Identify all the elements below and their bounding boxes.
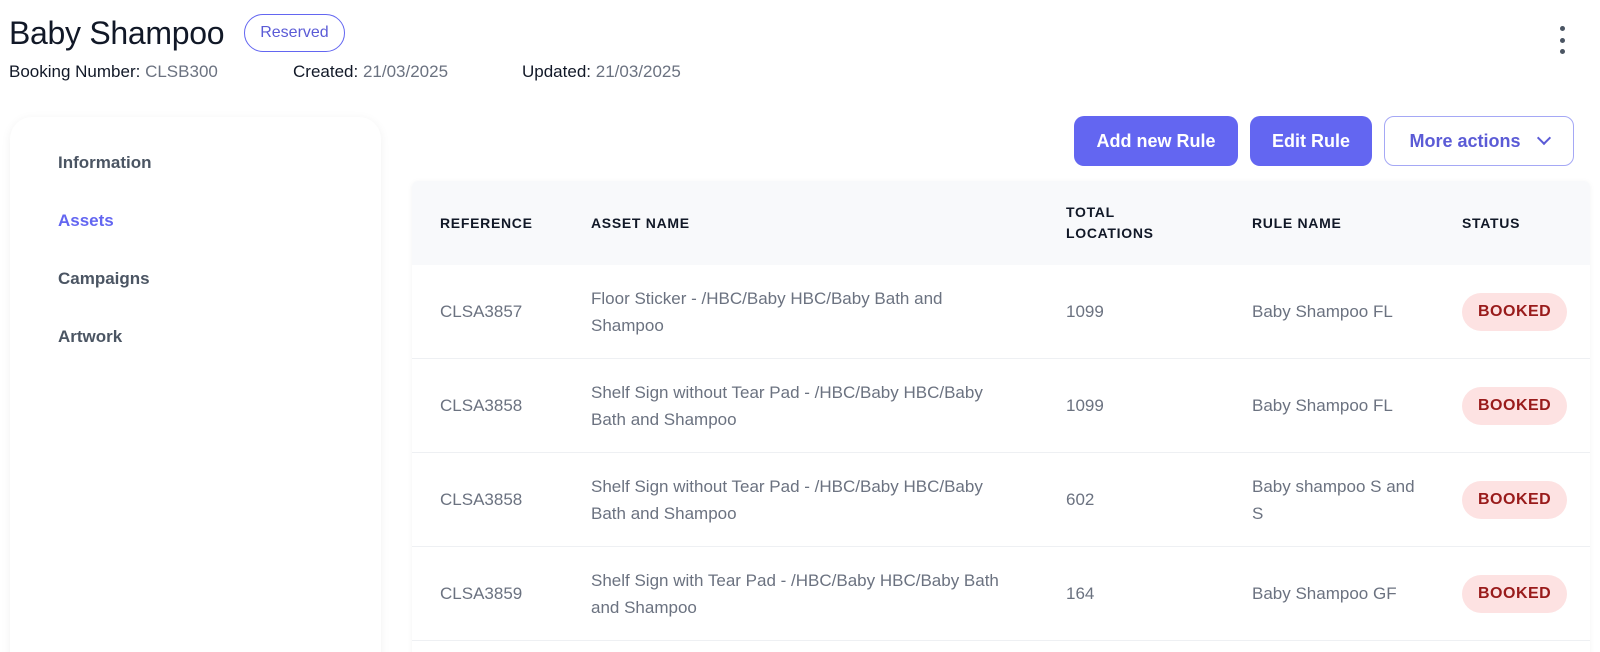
toolbar-actions: Add new Rule Edit Rule More actions	[1074, 116, 1574, 166]
created-value: 21/03/2025	[362, 62, 449, 81]
status-badge: BOOKED	[1462, 574, 1568, 613]
table-row[interactable]: CLSA3858 Shelf Sign without Tear Pad - /…	[412, 453, 1590, 547]
add-new-rule-button[interactable]: Add new Rule	[1074, 116, 1238, 166]
updated-date: Updated: 21/03/2025	[522, 62, 681, 82]
cell-rule-name: Baby Shampoo FL	[1252, 396, 1393, 415]
booking-number: Booking Number: CLSB300	[9, 62, 293, 82]
cell-rule-name: Baby Shampoo GF	[1252, 584, 1397, 603]
booking-meta: Booking Number: CLSB300 Created: 21/03/2…	[9, 62, 681, 82]
kebab-dot	[1559, 49, 1565, 54]
cell-total-locations: 164	[1066, 584, 1095, 603]
cell-asset-name: Shelf Sign without Tear Pad - /HBC/Baby …	[591, 476, 983, 523]
cell-rule-name: Baby Shampoo FL	[1252, 302, 1393, 321]
assets-table: REFERENCE ASSET NAME TOTAL LOCATIONS RUL…	[412, 181, 1590, 652]
sidebar-item-campaigns[interactable]: Campaigns	[58, 269, 150, 289]
table-row[interactable]: CLSA3858 Shelf Sign without Tear Pad - /…	[412, 359, 1590, 453]
cell-rule-name: Baby shampoo S and S	[1252, 476, 1415, 523]
column-header-asset-name[interactable]: ASSET NAME	[591, 213, 1066, 234]
cell-reference: CLSA3859	[440, 584, 523, 603]
column-header-status[interactable]: STATUS	[1462, 213, 1582, 234]
booking-number-label: Booking Number:	[9, 62, 141, 81]
cell-status: BOOKED	[1462, 574, 1582, 613]
column-header-reference[interactable]: REFERENCE	[440, 213, 591, 234]
table-header: REFERENCE ASSET NAME TOTAL LOCATIONS RUL…	[412, 181, 1590, 265]
table-row[interactable]: CLSA3859 Shelf Sign with Tear Pad - /HBC…	[412, 547, 1590, 641]
page-title: Baby Shampoo	[9, 14, 225, 51]
booking-detail-page: Baby Shampoo Reserved Booking Number: CL…	[0, 0, 1600, 652]
table-row[interactable]: CLSA3857 Floor Sticker - /HBC/Baby HBC/B…	[412, 265, 1590, 359]
sidebar-item-information[interactable]: Information	[58, 153, 152, 173]
cell-status: BOOKED	[1462, 292, 1582, 331]
more-actions-button[interactable]: More actions	[1384, 116, 1574, 166]
sidebar-item-artwork[interactable]: Artwork	[58, 327, 122, 347]
booking-number-value: CLSB300	[145, 62, 218, 81]
updated-label: Updated:	[522, 62, 591, 81]
created-date: Created: 21/03/2025	[293, 62, 522, 82]
sidebar-item-assets[interactable]: Assets	[58, 211, 114, 231]
cell-asset-name: Shelf Sign without Tear Pad - /HBC/Baby …	[591, 382, 983, 429]
cell-total-locations: 1099	[1066, 396, 1104, 415]
more-actions-label: More actions	[1409, 130, 1521, 151]
cell-total-locations: 602	[1066, 490, 1095, 509]
column-header-total-locations[interactable]: TOTAL LOCATIONS	[1066, 202, 1252, 244]
cell-reference: CLSA3858	[440, 490, 523, 509]
status-badge: BOOKED	[1462, 292, 1568, 331]
chevron-down-icon	[1536, 130, 1551, 146]
cell-status: BOOKED	[1462, 480, 1582, 519]
page-header: Baby Shampoo Reserved Booking Number: CL…	[9, 14, 1600, 94]
status-badge: Reserved	[244, 14, 345, 52]
cell-status: BOOKED	[1462, 386, 1582, 425]
sidebar-nav: Information Assets Campaigns Artwork	[10, 117, 381, 652]
title-row: Baby Shampoo Reserved	[9, 14, 1600, 52]
kebab-menu-icon[interactable]	[1552, 26, 1572, 54]
cell-reference: CLSA3857	[440, 302, 523, 321]
kebab-dot	[1559, 26, 1565, 31]
column-header-line: TOTAL	[1066, 204, 1115, 220]
edit-rule-button[interactable]: Edit Rule	[1250, 116, 1372, 166]
cell-reference: CLSA3858	[440, 396, 523, 415]
cell-total-locations: 1099	[1066, 302, 1104, 321]
column-header-rule-name[interactable]: RULE NAME	[1252, 213, 1462, 234]
status-badge: BOOKED	[1462, 480, 1568, 519]
updated-value: 21/03/2025	[595, 62, 681, 81]
kebab-dot	[1559, 37, 1565, 43]
created-label: Created:	[293, 62, 359, 81]
cell-asset-name: Shelf Sign with Tear Pad - /HBC/Baby HBC…	[591, 570, 999, 617]
cell-asset-name: Floor Sticker - /HBC/Baby HBC/Baby Bath …	[591, 288, 943, 335]
column-header-line: LOCATIONS	[1066, 225, 1154, 241]
status-badge: BOOKED	[1462, 386, 1568, 425]
